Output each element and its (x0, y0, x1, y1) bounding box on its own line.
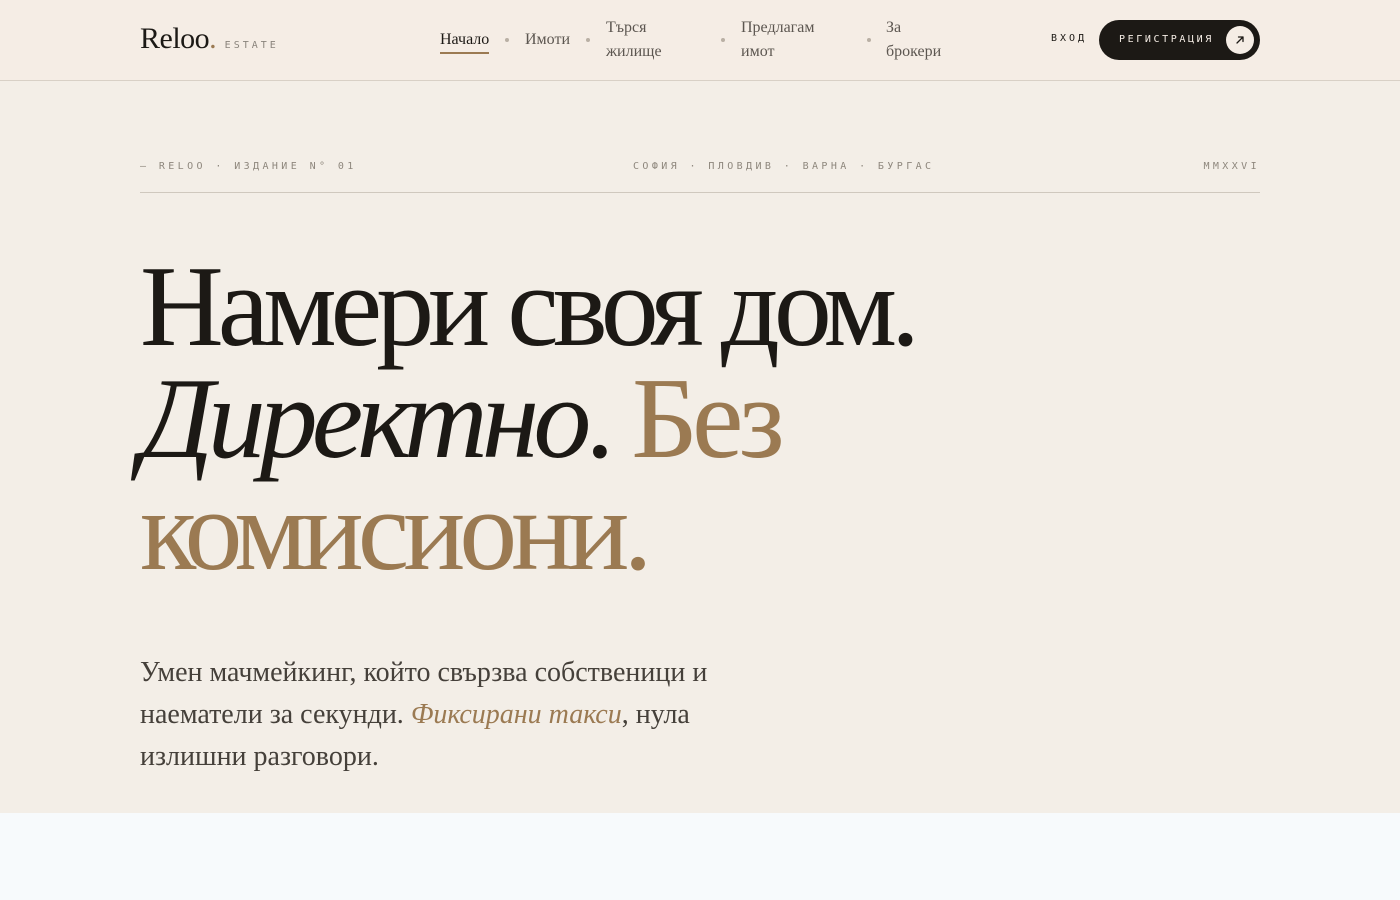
headline-accent-1: Без (631, 355, 784, 483)
logo-name: Reloo (140, 22, 210, 55)
hero-headline: Намери своя дом. Директно. Без комисиони… (140, 249, 1140, 589)
nav-item-home[interactable]: Начало (440, 28, 489, 54)
next-section (0, 813, 1400, 900)
nav-separator-dot (721, 38, 725, 42)
register-button-label: РЕГИСТРАЦИЯ (1119, 34, 1214, 45)
nav-separator-dot (505, 38, 509, 42)
headline-line-1: Намери своя дом. (140, 243, 920, 371)
nav-item-properties[interactable]: Имоти (525, 28, 570, 52)
hero-section: — RELOO · ИЗДАНИЕ N° 01 СОФИЯ · ПЛОВДИВ … (0, 81, 1400, 813)
nav-separator-dot (586, 38, 590, 42)
cities-label: СОФИЯ · ПЛОВДИВ · ВАРНА · БУРГАС (633, 161, 935, 172)
hero-lead-paragraph: Умен мачмейкинг, който свързва собствени… (140, 652, 800, 778)
login-link[interactable]: ВХОД (1051, 33, 1087, 44)
headline-accent-2: комисиони. (140, 467, 652, 595)
year-label: MMXXVI (1203, 161, 1260, 172)
logo-dot: . (209, 22, 217, 55)
arrow-up-right-icon (1226, 26, 1254, 54)
page: Reloo. ESTATE Начало Имоти Търся жилище … (0, 0, 1400, 900)
nav-item-offer-property[interactable]: Предлагам имот (741, 16, 841, 64)
logo-subtitle: ESTATE (224, 40, 279, 51)
headline-period: . (585, 355, 632, 483)
nav-item-looking-for-home[interactable]: Търся жилище (606, 16, 696, 64)
lead-accent: Фиксирани такси (410, 699, 622, 730)
headline-italic-word: Директно (140, 355, 591, 483)
register-button[interactable]: РЕГИСТРАЦИЯ (1099, 20, 1260, 60)
nav-separator-dot (867, 38, 871, 42)
nav-item-for-brokers[interactable]: За брокери (886, 16, 956, 64)
edition-bar: — RELOO · ИЗДАНИЕ N° 01 СОФИЯ · ПЛОВДИВ … (140, 161, 1260, 193)
site-header: Reloo. ESTATE Начало Имоти Търся жилище … (0, 0, 1400, 81)
edition-label: — RELOO · ИЗДАНИЕ N° 01 (140, 161, 357, 172)
logo[interactable]: Reloo. ESTATE (140, 22, 279, 56)
